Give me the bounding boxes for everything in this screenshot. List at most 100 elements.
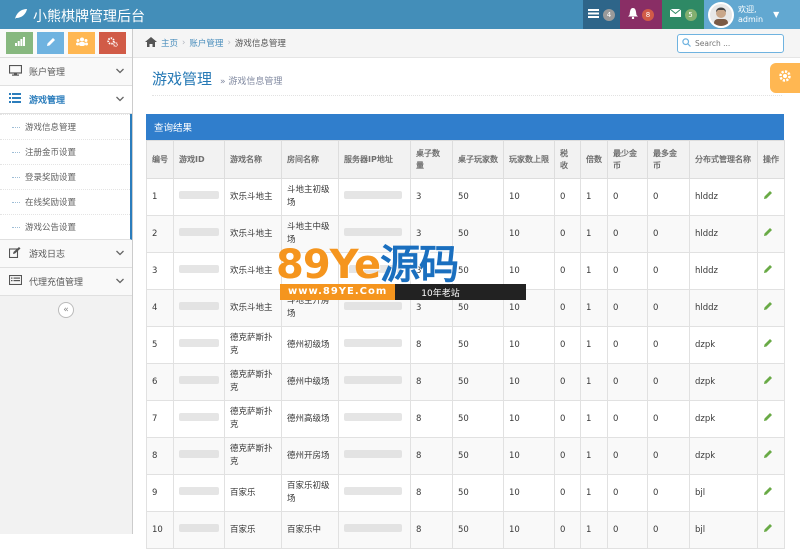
pencil-icon[interactable] — [763, 264, 773, 277]
cell-no: 5 — [146, 326, 174, 364]
sidebar-item-2[interactable]: 游戏日志 — [0, 240, 132, 268]
cell-room — [281, 252, 339, 290]
navbar: 小熊棋牌管理后台 4 8 5 欢迎, admin ▼ — [0, 0, 800, 29]
cell-game-id-redacted — [173, 363, 225, 401]
shortcut-signal-button[interactable] — [6, 32, 33, 54]
search-input[interactable] — [695, 39, 780, 48]
brand[interactable]: 小熊棋牌管理后台 — [14, 6, 145, 26]
sidebar-item-label: 游戏管理 — [29, 96, 66, 106]
column-header[interactable]: 玩家数上限 — [503, 140, 555, 179]
sidebar-collapse-button[interactable]: « — [58, 302, 74, 318]
cell-game-id-redacted — [173, 400, 225, 438]
search-box[interactable] — [677, 34, 784, 53]
column-header[interactable]: 游戏名称 — [224, 140, 282, 179]
cell-mult: 1 — [580, 215, 608, 253]
column-header[interactable]: 桌子数量 — [410, 140, 453, 179]
cell-tables: 3 — [410, 178, 453, 216]
shortcut-pencil-button[interactable] — [37, 32, 64, 54]
pencil-icon[interactable] — [763, 412, 773, 425]
cell-min: 0 — [607, 400, 648, 438]
cell-mult: 1 — [580, 252, 608, 290]
shortcut-group-button[interactable] — [68, 32, 95, 54]
column-header[interactable]: 倍数 — [580, 140, 608, 179]
pencil-icon[interactable] — [763, 301, 773, 314]
cell-game: 欢乐斗地主 — [224, 215, 282, 253]
column-header[interactable]: 最少金币 — [607, 140, 648, 179]
column-header[interactable]: 桌子玩家数 — [452, 140, 504, 179]
column-header[interactable]: 分布式管理名称 — [689, 140, 758, 179]
pencil-icon[interactable] — [763, 449, 773, 462]
cell-players: 50 — [452, 289, 504, 327]
cell-game: 德克萨斯扑克 — [224, 437, 282, 475]
breadcrumb-home[interactable]: 主页 — [161, 37, 178, 49]
column-header[interactable]: 税收 — [554, 140, 581, 179]
notification-button[interactable]: 8 — [620, 0, 662, 29]
sidebar-item-1[interactable]: 游戏管理 — [0, 86, 132, 114]
cell-mult: 1 — [580, 363, 608, 401]
cell-max: 0 — [647, 511, 690, 549]
sidebar: 账户管理游戏管理游戏信息管理 注册金币设置 登录奖励设置 在线奖励设置 游戏公告设置 游戏… — [0, 29, 133, 534]
breadcrumb-separator: › — [182, 38, 186, 48]
cell-action — [757, 215, 785, 253]
list-icon — [7, 93, 23, 106]
pencil-icon[interactable] — [763, 190, 773, 203]
cell-game: 德克萨斯扑克 — [224, 326, 282, 364]
cell-max: 0 — [647, 474, 690, 512]
search-icon — [682, 38, 691, 49]
cell-tax: 0 — [554, 289, 581, 327]
breadcrumb-separator: › — [227, 38, 231, 48]
cell-players: 50 — [452, 326, 504, 364]
cell-game: 德克萨斯扑克 — [224, 400, 282, 438]
cell-no: 2 — [146, 215, 174, 253]
user-menu[interactable]: 欢迎, admin ▼ — [704, 0, 800, 29]
cell-players: 50 — [452, 363, 504, 401]
cell-limit: 10 — [503, 289, 555, 327]
cell-action — [757, 289, 785, 327]
notification-badge: 8 — [642, 8, 654, 21]
chevron-down-icon — [116, 94, 124, 105]
cell-server-ip-redacted — [338, 178, 411, 216]
pencil-icon[interactable] — [763, 375, 773, 388]
cell-no: 7 — [146, 400, 174, 438]
cell-room: 德州高级场 — [281, 400, 339, 438]
cell-room: 百家乐中 — [281, 511, 339, 549]
cell-no: 8 — [146, 437, 174, 475]
column-header[interactable]: 最多金币 — [647, 140, 690, 179]
sidebar-item-3[interactable]: 代理充值管理 — [0, 268, 132, 296]
cell-game-id-redacted — [173, 178, 225, 216]
column-header[interactable]: 编号 — [146, 140, 174, 179]
column-header[interactable]: 服务器IP地址 — [338, 140, 411, 179]
cell-max: 0 — [647, 326, 690, 364]
signal-icon — [14, 37, 25, 49]
column-header[interactable]: 游戏ID — [173, 140, 225, 179]
sidebar-item-0[interactable]: 账户管理 — [0, 58, 132, 86]
cell-server-ip-redacted — [338, 363, 411, 401]
submenu-item[interactable]: 登录奖励设置 — [0, 164, 130, 189]
cell-limit: 10 — [503, 474, 555, 512]
cell-game: 德克萨斯扑克 — [224, 363, 282, 401]
pencil-icon[interactable] — [763, 486, 773, 499]
breadcrumb-account[interactable]: 账户管理 — [189, 37, 223, 49]
notification-button[interactable]: 4 — [583, 0, 620, 29]
cell-game-id-redacted — [173, 215, 225, 253]
submenu-item[interactable]: 游戏公告设置 — [0, 214, 130, 239]
submenu-item[interactable]: 注册金币设置 — [0, 139, 130, 164]
cell-min: 0 — [607, 511, 648, 549]
pencil-icon[interactable] — [763, 338, 773, 351]
table-row: 10 百家乐 百家乐中 8 50 10 0 1 0 0 bjl — [146, 511, 785, 549]
game-table: 编号 游戏ID 游戏名称 房间名称 服务器IP地址 桌子数量 桌子玩家数 玩家数上限 税收 倍数最… — [146, 140, 785, 549]
table-row: 4 欢乐斗地主 斗地主开房场 3 50 10 0 1 0 0 hlddz — [146, 289, 785, 327]
settings-button[interactable] — [770, 63, 800, 93]
pencil-icon[interactable] — [763, 227, 773, 240]
submenu-item[interactable]: 游戏信息管理 — [0, 114, 130, 139]
shortcut-cogs-button[interactable] — [99, 32, 126, 54]
cell-no: 6 — [146, 363, 174, 401]
notification-button[interactable]: 5 — [662, 0, 704, 29]
cell-mult: 1 — [580, 289, 608, 327]
column-header[interactable]: 操作 — [757, 140, 785, 179]
cell-limit: 10 — [503, 215, 555, 253]
column-header[interactable]: 房间名称 — [281, 140, 339, 179]
cell-action — [757, 437, 785, 475]
submenu-item[interactable]: 在线奖励设置 — [0, 189, 130, 214]
table-row: 8 德克萨斯扑克 德州开房场 8 50 10 0 1 0 0 dzpk — [146, 437, 785, 475]
